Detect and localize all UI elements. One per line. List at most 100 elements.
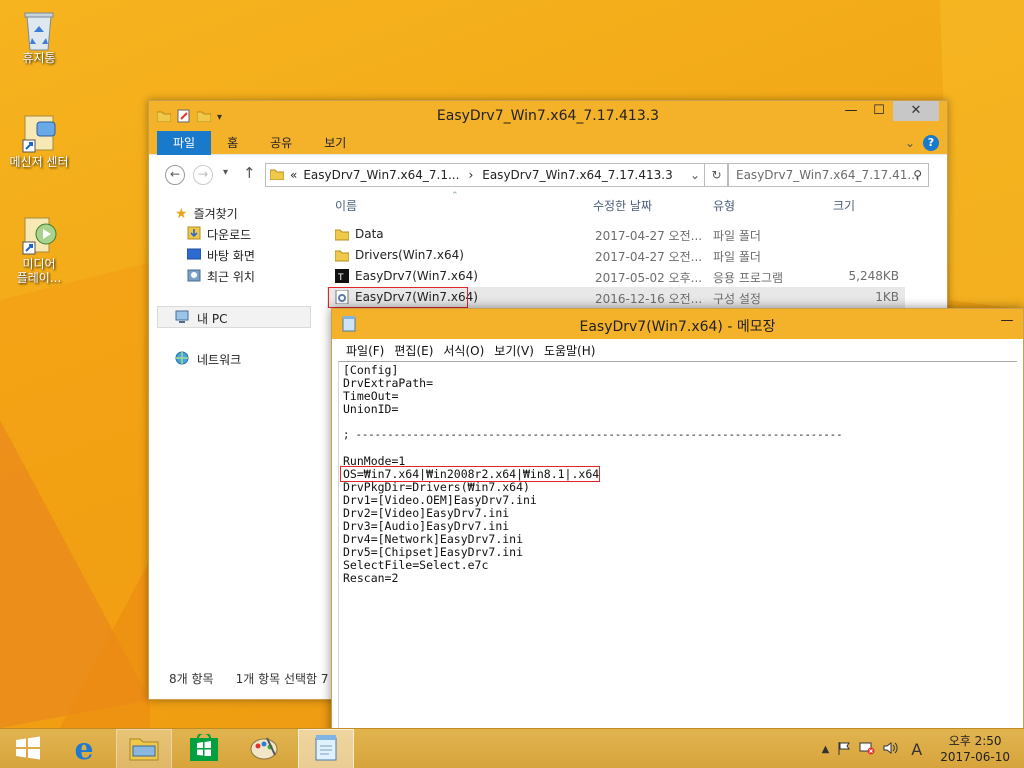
file-row[interactable]: Drivers(Win7.x64) 2017-04-27 오전... 파일 폴더 [327,245,905,266]
column-header-size[interactable]: 크기 [833,197,855,214]
forward-button[interactable]: → [193,165,213,185]
paint-palette-icon [249,735,279,764]
address-field[interactable]: « EasyDrv7_Win7.x64_7.1... › EasyDrv7_Wi… [265,163,705,187]
recent-locations-icon[interactable]: ▾ [223,167,228,178]
refresh-button[interactable]: ↻ [705,163,729,187]
media-player-label-2: 플레이... [16,271,62,285]
nav-favorites[interactable]: ★ 즐겨찾기 [175,205,238,222]
explorer-window-title: EasyDrv7_Win7.x64_7.17.413.3 [436,108,660,124]
clock-date: 2017-06-10 [940,750,1010,764]
tab-home[interactable]: 홈 [211,131,254,155]
nav-downloads-label: 다운로드 [207,228,252,242]
nav-favorites-label: 즐겨찾기 [193,207,238,221]
notepad-window-title: EasyDrv7(Win7.x64) - 메모장 [579,319,776,335]
nav-this-pc[interactable]: 내 PC [175,310,227,327]
nav-desktop[interactable]: 바탕 화면 [186,247,255,264]
notepad-icon [313,734,339,765]
file-row[interactable]: T EasyDrv7(Win7.x64) 2017-05-02 오후... 응용… [327,266,905,287]
desktop-icon-media-player[interactable]: 미디어 플레이... [0,214,78,285]
clock[interactable]: 오후 2:50 2017-06-10 [940,733,1010,765]
network-icon [175,351,191,368]
minimize-button[interactable]: — [997,313,1017,328]
tab-share[interactable]: 공유 [254,131,308,155]
menu-format[interactable]: 서식(O) [443,342,484,359]
notepad-text-area[interactable]: [Config] DrvExtraPath= TimeOut= UnionID=… [338,361,1017,737]
menu-file[interactable]: 파일(F) [346,342,384,359]
tab-view[interactable]: 보기 [308,131,362,155]
taskbar-store[interactable] [176,729,232,768]
file-name: Data [355,227,384,241]
breadcrumb-parent[interactable]: EasyDrv7_Win7.x64_7.1... [303,168,459,182]
messenger-center-label: 메신저 센터 [9,155,69,169]
menu-help[interactable]: 도움말(H) [544,342,596,359]
nav-recent[interactable]: 최근 위치 [187,268,255,285]
ribbon: 파일 홈 공유 보기 ⌄ ? [149,131,947,155]
text-line: ; --------------------------------------… [343,429,843,441]
column-header-date[interactable]: 수정한 날짜 [593,197,652,214]
action-center-flag-icon[interactable] [837,741,851,758]
desktop-folder-icon [186,248,202,263]
nav-downloads[interactable]: 다운로드 [187,226,251,243]
messenger-center-icon [19,112,59,153]
downloads-folder-icon [187,226,201,243]
folder-icon [335,248,349,265]
windows-logo-icon [15,736,41,763]
file-row[interactable]: Data 2017-04-27 오전... 파일 폴더 [327,224,905,245]
breadcrumb-current[interactable]: EasyDrv7_Win7.x64_7.17.413.3 [482,168,672,182]
file-date: 2016-12-16 오전... [595,292,703,306]
help-icon[interactable]: ? [923,135,939,151]
menu-view[interactable]: 보기(V) [494,342,534,359]
file-type: 파일 폴더 [713,250,761,264]
internet-explorer-icon: e [74,731,94,767]
status-bar: 8개 항목 1개 항목 선택함 7 [169,670,329,687]
start-button[interactable] [0,729,56,768]
search-placeholder: EasyDrv7_Win7.x64_7.17.41... [736,168,919,182]
selection-highlight-box [328,287,468,308]
notepad-title-bar[interactable]: EasyDrv7(Win7.x64) - 메모장 — [332,309,1023,339]
maximize-button[interactable]: ☐ [865,101,893,121]
menu-edit[interactable]: 편집(E) [394,342,433,359]
taskbar-internet-explorer[interactable]: e [56,729,112,768]
ime-indicator[interactable]: A [911,740,922,759]
column-header-type[interactable]: 유형 [713,197,735,214]
file-type: 구성 설정 [713,292,761,306]
back-button[interactable]: ← [165,165,185,185]
taskbar: e ▲ A 오후 2:50 2017-06-10 [0,728,1024,768]
column-header-name[interactable]: 이름 [335,197,357,214]
file-list-header: ⌃ 이름 수정한 날짜 유형 크기 [327,191,909,217]
file-type: 파일 폴더 [713,229,761,243]
ribbon-expand-icon[interactable]: ⌄ [905,136,915,150]
volume-icon[interactable] [883,741,899,758]
breadcrumb-separator[interactable]: › [468,168,473,182]
clock-time: 오후 2:50 [948,734,1002,748]
close-button[interactable]: ✕ [893,101,939,121]
minimize-button[interactable]: — [837,101,865,121]
star-icon: ★ [175,205,188,222]
search-input[interactable]: EasyDrv7_Win7.x64_7.17.41... ⚲ [727,163,929,187]
show-hidden-icons-icon[interactable]: ▲ [822,744,830,755]
taskbar-file-explorer[interactable] [116,729,172,768]
explorer-title-bar[interactable]: ▾ EasyDrv7_Win7.x64_7.17.413.3 — ☐ ✕ [149,101,947,131]
taskbar-paint[interactable] [236,729,292,768]
file-date: 2017-05-02 오후... [595,271,703,285]
folder-icon [335,227,349,244]
address-overflow[interactable]: « [290,168,297,182]
network-status-icon[interactable] [859,741,875,758]
media-player-icon [19,214,59,255]
search-icon[interactable]: ⚲ [913,164,922,186]
file-name: EasyDrv7(Win7.x64) [355,269,478,283]
nav-recent-label: 최근 위치 [207,270,255,284]
navigation-pane: ★ 즐겨찾기 다운로드 바탕 화면 최근 위치 내 PC 네트워크 [149,193,327,673]
file-size: 5,248KB [848,269,899,283]
tab-file[interactable]: 파일 [157,131,212,155]
store-icon [189,731,219,765]
taskbar-notepad[interactable] [298,729,354,768]
nav-network[interactable]: 네트워크 [175,351,241,368]
address-dropdown-icon[interactable]: ⌄ [690,168,700,182]
file-date: 2017-04-27 오전... [595,229,703,243]
desktop-icon-messenger-center[interactable]: 메신저 센터 [0,112,78,169]
file-name: Drivers(Win7.x64) [355,248,464,262]
notepad-window: EasyDrv7(Win7.x64) - 메모장 — 파일(F) 편집(E) 서… [331,308,1024,738]
desktop-icon-recycle-bin[interactable]: 휴지통 [0,8,78,65]
up-button[interactable]: ↑ [243,164,256,182]
